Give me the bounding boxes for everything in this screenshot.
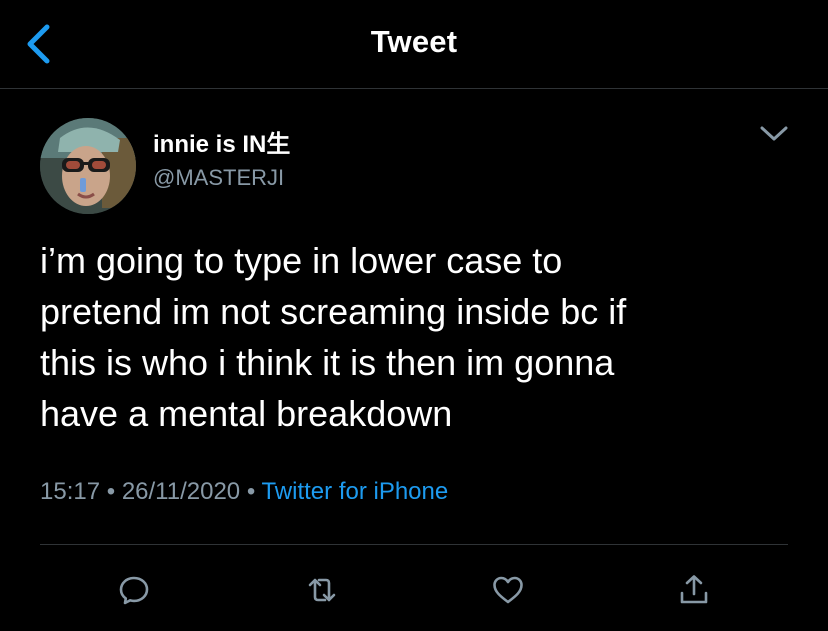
heart-icon	[493, 576, 523, 604]
tweet-text: i’m going to type in lower case to prete…	[40, 240, 627, 434]
author-handle[interactable]: @MASTERJI	[153, 165, 284, 191]
meta-separator: •	[246, 478, 256, 505]
page-title: Tweet	[370, 24, 458, 59]
reply-icon	[119, 576, 149, 605]
avatar[interactable]	[40, 118, 136, 214]
reply-button[interactable]	[112, 568, 156, 612]
retweet-icon	[308, 578, 336, 602]
divider	[40, 544, 788, 545]
tweet-time: 15:17	[40, 478, 101, 505]
share-icon	[680, 575, 708, 604]
meta-separator: •	[106, 478, 116, 505]
tweet-source-link[interactable]: Twitter for iPhone	[261, 478, 448, 505]
avatar-photo	[40, 118, 136, 214]
top-nav-bar: Tweet	[0, 0, 828, 89]
tweet-date: 26/11/2020	[121, 478, 241, 505]
author-display-name[interactable]: innie is IN生	[153, 124, 290, 159]
chevron-down-icon	[760, 126, 788, 141]
tweet-meta: 15:17 • 26/11/2020 • Twitter for iPhone	[40, 478, 448, 506]
share-button[interactable]	[672, 568, 716, 612]
retweet-button[interactable]	[300, 568, 344, 612]
like-button[interactable]	[486, 568, 530, 612]
more-options-button[interactable]	[752, 112, 796, 156]
